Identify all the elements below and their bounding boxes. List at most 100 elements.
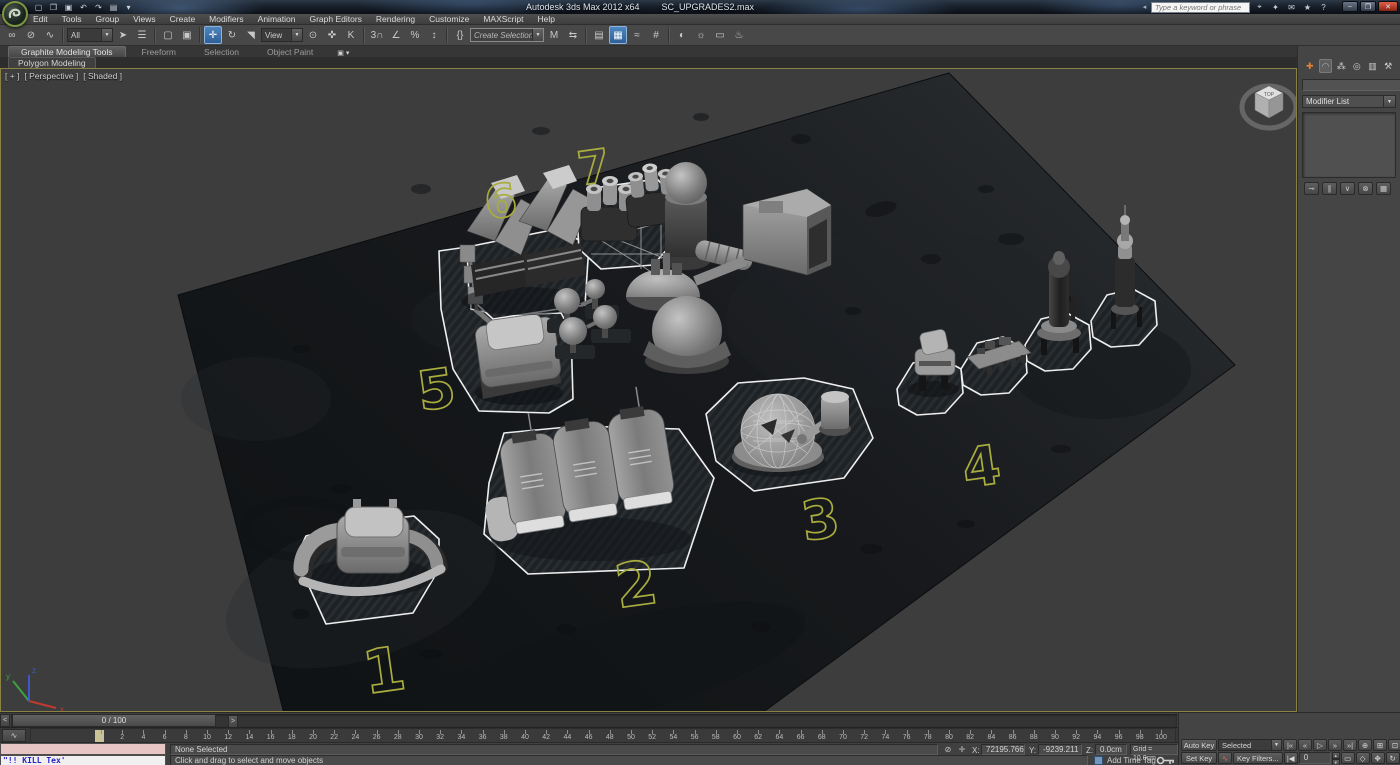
application-menu-button[interactable] — [2, 1, 28, 27]
key-filters-button[interactable]: Key Filters... — [1233, 752, 1283, 764]
pin-stack-button[interactable]: ⊸ — [1304, 182, 1319, 195]
menu-help[interactable]: Help — [530, 14, 561, 24]
next-frame-button[interactable]: » — [1328, 739, 1342, 751]
menu-tools[interactable]: Tools — [55, 14, 89, 24]
y-coord-field[interactable]: -9239.211 — [1038, 744, 1082, 755]
track-bar-ruler[interactable]: 0246810121416182022242628303234363840424… — [30, 728, 1176, 743]
render-setup-icon[interactable]: ☼ — [692, 26, 710, 44]
pan-button[interactable]: ✥ — [1371, 752, 1385, 764]
zoom-button[interactable]: ⊕ — [1358, 739, 1372, 751]
set-key-button[interactable]: Set Key — [1181, 752, 1217, 764]
close-button[interactable]: ✕ — [1378, 1, 1398, 12]
previous-frame-arrow-button[interactable]: < — [0, 714, 10, 727]
rendered-frame-window-icon[interactable]: ▭ — [711, 26, 729, 44]
select-and-rotate-icon[interactable]: ↻ — [223, 26, 241, 44]
time-slider-track[interactable]: 0 / 100 > — [11, 714, 1177, 727]
workspace-dropdown[interactable]: ▾ — [122, 1, 135, 13]
tab-object-paint[interactable]: Object Paint — [255, 46, 325, 57]
rectangular-selection-region-icon[interactable]: ▢ — [159, 26, 177, 44]
chevron-down-icon[interactable]: ▼ — [532, 29, 543, 41]
go-to-start-button[interactable]: |« — [1283, 739, 1297, 751]
menu-edit[interactable]: Edit — [26, 14, 55, 24]
x-coord-field[interactable]: 72195.766 — [981, 744, 1025, 755]
select-and-link-icon[interactable]: ∞ — [3, 26, 21, 44]
ribbon-overflow-button[interactable]: ▣ ▾ — [329, 49, 357, 57]
maxscript-macro-recorder-pane[interactable] — [0, 743, 166, 755]
maxscript-listener-pane[interactable]: "!! KILL Tex' — [0, 755, 166, 765]
project-folder-button[interactable]: ▤ — [107, 1, 120, 13]
viewport-pov-menu[interactable]: [ Perspective ] — [24, 71, 78, 81]
open-file-button[interactable]: ❒ — [47, 1, 60, 13]
set-keys-button[interactable] — [1156, 755, 1176, 765]
named-selection-sets-combo[interactable]: Create Selection Se▼ — [470, 28, 544, 42]
maximize-button[interactable]: ❐ — [1360, 1, 1376, 12]
angle-snap-toggle-icon[interactable]: ∠ — [387, 26, 405, 44]
selection-filter-dropdown[interactable]: All▼ — [67, 28, 113, 42]
search-icon[interactable]: ⌖ — [1253, 1, 1266, 13]
create-tab[interactable]: ✚ — [1303, 59, 1317, 73]
layer-manager-icon[interactable]: ▤ — [590, 26, 608, 44]
tab-graphite-modeling-tools[interactable]: Graphite Modeling Tools — [8, 46, 126, 57]
redo-button[interactable]: ↷ — [92, 1, 105, 13]
snaps-toggle-icon[interactable]: 3∩ — [368, 26, 386, 44]
configure-modifier-sets-button[interactable]: ▦ — [1376, 182, 1391, 195]
select-and-manipulate-icon[interactable]: ✜ — [323, 26, 341, 44]
time-slider-handle[interactable]: 0 / 100 — [12, 714, 216, 727]
reference-coordinate-system-dropdown[interactable]: View▼ — [261, 28, 303, 42]
previous-frame-button[interactable]: « — [1298, 739, 1312, 751]
percent-snap-toggle-icon[interactable]: % — [406, 26, 424, 44]
viewport-shading-menu[interactable]: [ Shaded ] — [83, 71, 122, 81]
make-unique-button[interactable]: ∨ — [1340, 182, 1355, 195]
menu-modifiers[interactable]: Modifiers — [202, 14, 250, 24]
keyboard-shortcut-override-icon[interactable]: K — [342, 26, 360, 44]
auto-key-button[interactable]: Auto Key — [1181, 739, 1217, 751]
hierarchy-tab[interactable]: ⁂ — [1334, 59, 1348, 73]
edit-named-selection-sets-icon[interactable]: {} — [451, 26, 469, 44]
favorites-star-icon[interactable]: ★ — [1301, 1, 1314, 13]
set-key-curve-icon[interactable]: ∿ — [1218, 752, 1232, 764]
menu-animation[interactable]: Animation — [251, 14, 303, 24]
window-crossing-toggle-icon[interactable]: ▣ — [178, 26, 196, 44]
zoom-all-button[interactable]: ⊞ — [1373, 739, 1387, 751]
modifier-list-dropdown[interactable]: Modifier List ▼ — [1302, 95, 1396, 108]
chevron-down-icon[interactable]: ▼ — [101, 29, 112, 41]
search-input[interactable] — [1151, 2, 1250, 13]
align-icon[interactable]: ⇆ — [564, 26, 582, 44]
remove-modifier-button[interactable]: ⊗ — [1358, 182, 1373, 195]
frame-spinner[interactable]: ▲▼ — [1332, 752, 1340, 764]
tab-selection[interactable]: Selection — [192, 46, 251, 57]
key-mode-dropdown[interactable]: Selected ▼ — [1218, 739, 1282, 751]
perspective-viewport[interactable]: [ + ] [ Perspective ] [ Shaded ] — [0, 68, 1297, 712]
graphite-ribbon-toggle-icon[interactable]: ▦ — [609, 26, 627, 44]
current-frame-field[interactable]: 0 — [1299, 752, 1331, 764]
go-to-end-button[interactable]: »| — [1343, 739, 1357, 751]
menu-group[interactable]: Group — [89, 14, 127, 24]
object-name-field[interactable] — [1302, 79, 1400, 91]
schematic-view-icon[interactable]: # — [647, 26, 665, 44]
new-scene-button[interactable]: ▢ — [32, 1, 45, 13]
absolute-mode-transform-toggle[interactable]: ✛ — [956, 744, 968, 755]
show-end-result-button[interactable]: ∥ — [1322, 182, 1337, 195]
menu-create[interactable]: Create — [163, 14, 203, 24]
save-file-button[interactable]: ▣ — [62, 1, 75, 13]
menu-maxscript[interactable]: MAXScript — [476, 14, 530, 24]
use-pivot-point-center-icon[interactable]: ⊙ — [304, 26, 322, 44]
utilities-tab[interactable]: ⚒ — [1381, 59, 1395, 73]
select-and-move-icon[interactable]: ✛ — [204, 26, 222, 44]
select-object-icon[interactable]: ➤ — [114, 26, 132, 44]
motion-tab[interactable]: ◎ — [1350, 59, 1364, 73]
modifier-stack-list[interactable] — [1302, 112, 1396, 178]
bind-to-space-warp-icon[interactable]: ∿ — [41, 26, 59, 44]
subscription-center-icon[interactable]: ✦ — [1269, 1, 1282, 13]
chevron-down-icon[interactable]: ▼ — [1383, 96, 1395, 107]
undo-button[interactable]: ↶ — [77, 1, 90, 13]
menu-graph-editors[interactable]: Graph Editors — [302, 14, 368, 24]
play-button[interactable]: ▷ — [1313, 739, 1327, 751]
zoom-extents-button[interactable]: ⊡ — [1388, 739, 1400, 751]
mirror-icon[interactable]: M — [545, 26, 563, 44]
chevron-down-icon[interactable]: ▼ — [291, 29, 302, 41]
selection-lock-toggle[interactable]: ⊘ — [942, 744, 954, 755]
display-tab[interactable]: ▥ — [1366, 59, 1380, 73]
viewport-general-menu[interactable]: [ + ] — [5, 71, 19, 81]
viewcube-top-label[interactable]: TOP — [1264, 92, 1275, 98]
